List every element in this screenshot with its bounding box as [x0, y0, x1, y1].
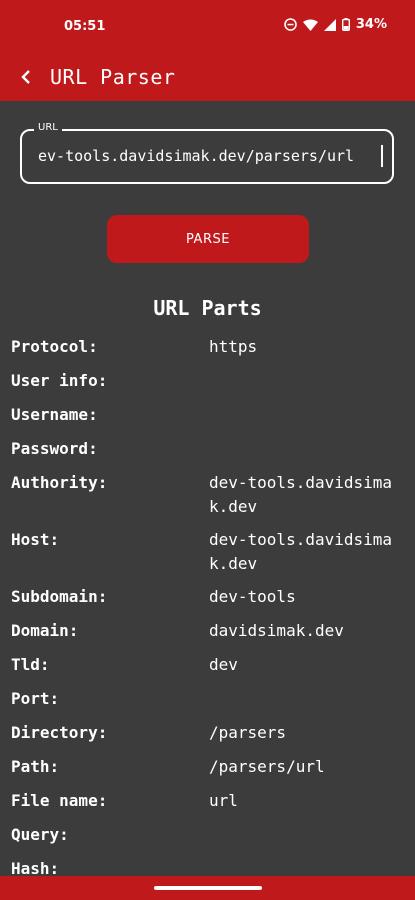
url-part-value: dev-tools [209, 587, 296, 606]
page-title: URL Parser [50, 65, 176, 89]
url-part-label: User info: [11, 371, 108, 390]
url-part-row: User info: [11, 368, 406, 394]
url-part-value [209, 436, 409, 462]
url-part-label: File name: [11, 791, 108, 810]
url-part-row: Subdomain: dev-tools [11, 584, 406, 610]
url-part-label: Username: [11, 405, 98, 424]
section-title: URL Parts [153, 296, 262, 320]
url-part-value: /parsers [209, 723, 287, 742]
url-part-row: Authority: dev-tools.davidsimak.dev [11, 470, 406, 519]
url-part-value: dev-tools.davidsimak.dev [209, 530, 393, 573]
url-part-row: Protocol: https [11, 334, 406, 360]
url-part-value: url [209, 791, 238, 810]
url-part-value: /parsers/url [209, 757, 325, 776]
url-part-value [209, 402, 409, 428]
url-part-row: Port: [11, 686, 406, 712]
parse-button[interactable]: PARSE [107, 215, 309, 263]
app-bar: URL Parser [0, 56, 415, 101]
url-part-label: Password: [11, 439, 98, 458]
navigation-bar [0, 876, 415, 900]
url-part-row: File name: url [11, 788, 406, 814]
url-part-label: Host: [11, 530, 60, 549]
url-part-row: Username: [11, 402, 406, 428]
url-part-row: Domain: davidsimak.dev [11, 618, 406, 644]
url-input[interactable]: ev-tools.davidsimak.dev/parsers/url [38, 147, 383, 165]
url-part-value: davidsimak.dev [209, 621, 344, 640]
url-part-row: Tld: dev [11, 652, 406, 678]
url-part-label: Domain: [11, 621, 79, 640]
url-input-label: URL [34, 122, 62, 133]
status-bar: 05:51 34% [0, 0, 415, 56]
url-part-row: Directory: /parsers [11, 720, 406, 746]
url-part-value: https [209, 337, 258, 356]
url-part-label: Query: [11, 825, 69, 844]
url-input-field[interactable]: URL ev-tools.davidsimak.dev/parsers/url [20, 122, 394, 184]
url-part-label: Tld: [11, 655, 50, 674]
url-part-label: Authority: [11, 473, 108, 492]
url-part-row: Host: dev-tools.davidsimak.dev [11, 527, 406, 576]
url-input-value: ev-tools.davidsimak.dev/parsers/url [38, 147, 355, 165]
battery-level: 34% [355, 17, 387, 32]
url-parts-list: Protocol: https User info: Username: Passwor… [11, 334, 406, 890]
url-part-row: Path: /parsers/url [11, 754, 406, 780]
url-part-row: Query: [11, 822, 406, 848]
url-part-label: Directory: [11, 723, 108, 742]
do-not-disturb-icon [284, 18, 297, 31]
chevron-left-icon [20, 69, 32, 88]
status-icons: 34% [284, 17, 387, 32]
gesture-handle[interactable] [154, 886, 262, 890]
url-part-value [209, 822, 409, 848]
url-part-label: Path: [11, 757, 60, 776]
url-part-value: dev-tools.davidsimak.dev [209, 473, 393, 516]
wifi-icon [302, 19, 318, 31]
signal-icon [323, 18, 336, 31]
status-time: 05:51 [64, 19, 106, 34]
text-caret [381, 145, 383, 167]
url-part-value [209, 686, 409, 712]
url-part-value: dev [209, 655, 238, 674]
battery-icon [341, 18, 350, 31]
url-part-row: Password: [11, 436, 406, 462]
url-part-label: Subdomain: [11, 587, 108, 606]
url-part-label: Port: [11, 689, 60, 708]
url-part-value [209, 368, 409, 394]
url-part-label: Protocol: [11, 337, 98, 356]
back-button[interactable] [12, 64, 40, 92]
